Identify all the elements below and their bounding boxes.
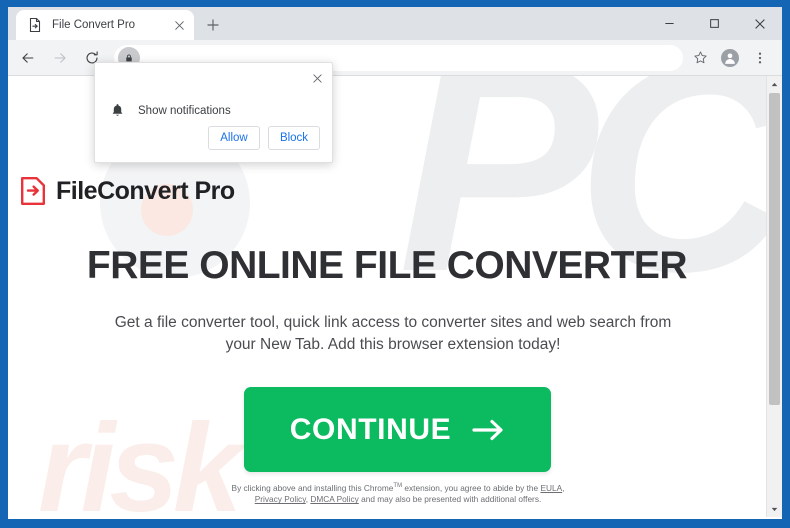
legal-disclaimer: By clicking above and installing this Ch…	[230, 481, 566, 506]
trademark-symbol: TM	[393, 483, 403, 489]
legal-lead: By clicking above and installing this Ch…	[231, 482, 394, 493]
tab-strip: File Convert Pro	[8, 7, 782, 40]
brand-name: FileConvert Pro	[56, 176, 235, 205]
bell-icon	[111, 103, 124, 118]
new-tab-button[interactable]	[199, 11, 227, 39]
legal-tail: and may also be presented with additiona…	[358, 494, 542, 505]
star-icon[interactable]	[687, 45, 713, 71]
back-arrow-icon[interactable]	[14, 44, 42, 72]
legal-lead2: extension, you agree to abide by the	[402, 482, 541, 493]
chevron-down-icon[interactable]	[767, 501, 782, 517]
close-icon[interactable]	[307, 68, 327, 88]
right-arrow-icon	[471, 417, 505, 443]
page-scrollbar[interactable]	[766, 76, 782, 517]
close-icon[interactable]	[171, 17, 187, 33]
continue-button[interactable]: CONTINUE	[244, 387, 551, 472]
browser-window-frame: File Convert Pro PC risk FileConvert Pro…	[0, 0, 790, 528]
file-convert-icon	[27, 17, 43, 33]
close-icon[interactable]	[737, 7, 782, 40]
block-button[interactable]: Block	[268, 126, 320, 150]
minimize-icon[interactable]	[647, 7, 692, 40]
notification-permission-bubble: Show notifications Allow Block	[94, 62, 333, 163]
continue-button-label: CONTINUE	[289, 412, 452, 446]
avatar-icon[interactable]	[717, 45, 743, 71]
chevron-up-icon[interactable]	[767, 76, 782, 92]
file-arrow-icon	[20, 176, 46, 206]
privacy-policy-link[interactable]: Privacy Policy	[255, 494, 306, 504]
tab-title: File Convert Pro	[52, 19, 136, 31]
watermark-word: risk	[38, 399, 242, 517]
site-brand: FileConvert Pro	[20, 176, 235, 206]
maximize-icon[interactable]	[692, 7, 737, 40]
allow-button[interactable]: Allow	[208, 126, 260, 150]
three-dot-menu-icon[interactable]	[747, 45, 773, 71]
browser-window: File Convert Pro PC risk FileConvert Pro…	[8, 7, 782, 519]
window-controls	[647, 7, 782, 40]
notification-bubble-body: Show notifications	[111, 103, 231, 118]
forward-arrow-icon[interactable]	[46, 44, 74, 72]
tab-file-convert-pro[interactable]: File Convert Pro	[16, 10, 194, 40]
dmca-policy-link[interactable]: DMCA Policy	[310, 494, 358, 504]
notification-bubble-message: Show notifications	[138, 104, 231, 117]
scrollbar-thumb[interactable]	[769, 93, 780, 405]
page-subtitle: Get a file converter tool, quick link ac…	[114, 314, 672, 353]
legal-sep1: ,	[562, 482, 565, 493]
eula-link[interactable]: EULA	[540, 483, 562, 493]
avatar	[721, 48, 739, 67]
notification-bubble-actions: Allow Block	[208, 126, 320, 150]
page-title: FREE ONLINE FILE CONVERTER	[86, 244, 688, 287]
